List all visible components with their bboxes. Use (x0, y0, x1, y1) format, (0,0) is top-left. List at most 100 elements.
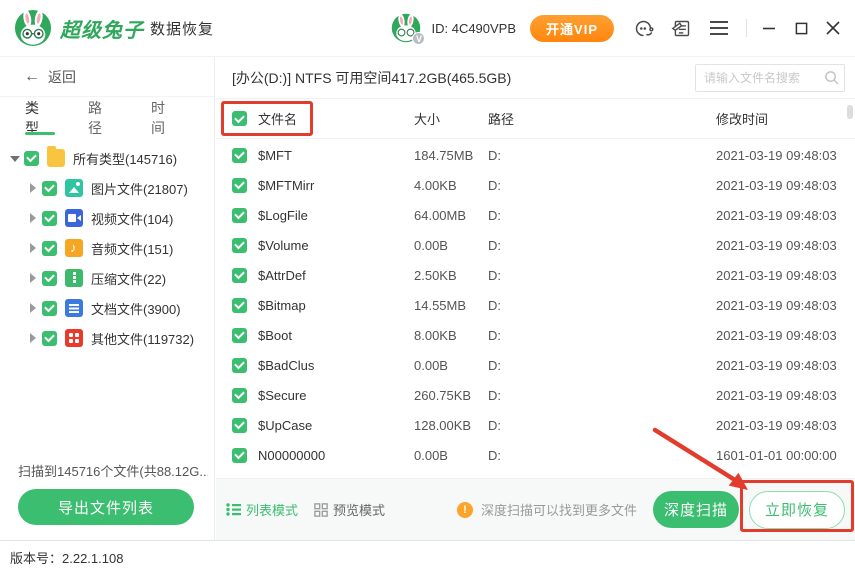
row-checkbox[interactable] (232, 178, 247, 193)
row-checkbox[interactable] (232, 298, 247, 313)
tab-type[interactable]: 类型 (25, 97, 48, 139)
checkbox-checked-icon[interactable] (24, 151, 39, 166)
maximize-button[interactable] (791, 18, 811, 38)
tree-item[interactable]: 图片文件(21807) (0, 173, 214, 203)
row-checkbox[interactable] (232, 388, 247, 403)
file-path: D: (488, 358, 716, 373)
recover-now-button[interactable]: 立即恢复 (749, 491, 845, 529)
folder-icon (47, 149, 65, 167)
table-row[interactable]: $BadClus 0.00B D: 2021-03-19 09:48:03 (216, 350, 855, 380)
tree-item[interactable]: 文档文件(3900) (0, 293, 214, 323)
file-path: D: (488, 178, 716, 193)
tree-item[interactable]: 所有类型(145716) (0, 143, 214, 173)
search-input[interactable] (696, 71, 818, 85)
row-checkbox[interactable] (232, 208, 247, 223)
tree-item[interactable]: 压缩文件(22) (0, 263, 214, 293)
table-row[interactable]: $AttrDef 2.50KB D: 2021-03-19 09:48:03 (216, 260, 855, 290)
tree-item[interactable]: 音频文件(151) (0, 233, 214, 263)
other-file-icon (65, 329, 83, 347)
file-modified-time: 2021-03-19 09:48:03 (716, 418, 855, 433)
checkbox-checked-icon[interactable] (42, 181, 57, 196)
minimize-button[interactable] (759, 18, 779, 38)
row-checkbox[interactable] (232, 238, 247, 253)
file-size: 64.00MB (414, 208, 488, 223)
file-modified-time: 2021-03-19 09:48:03 (716, 328, 855, 343)
table-row[interactable]: $Secure 260.75KB D: 2021-03-19 09:48:03 (216, 380, 855, 410)
table-row[interactable]: $MFT 184.75MB D: 2021-03-19 09:48:03 (216, 140, 855, 170)
header-size[interactable]: 大小 (414, 109, 488, 128)
file-size: 4.00KB (414, 178, 488, 193)
row-checkbox[interactable] (232, 358, 247, 373)
file-name: $Volume (258, 238, 414, 253)
close-button[interactable] (823, 18, 843, 38)
tab-time[interactable]: 时间 (151, 97, 174, 139)
back-button[interactable]: ← 返回 (0, 57, 214, 97)
checkbox-checked-icon[interactable] (42, 301, 57, 316)
open-vip-button[interactable]: 开通VIP (530, 15, 614, 42)
expand-arrow-icon[interactable] (28, 183, 38, 193)
file-size: 0.00B (414, 238, 488, 253)
expand-arrow-icon[interactable] (28, 213, 38, 223)
tab-path[interactable]: 路径 (88, 97, 111, 139)
table-row[interactable]: $MFTMirr 4.00KB D: 2021-03-19 09:48:03 (216, 170, 855, 200)
file-size: 0.00B (414, 358, 488, 373)
brand-suffix: 数据恢复 (150, 18, 214, 39)
expand-arrow-icon[interactable] (28, 273, 38, 283)
feedback-icon[interactable] (670, 17, 692, 39)
app-logo-rabbit-icon (14, 9, 52, 47)
row-checkbox[interactable] (232, 328, 247, 343)
table-row[interactable]: $LogFile 64.00MB D: 2021-03-19 09:48:03 (216, 200, 855, 230)
preview-mode-toggle[interactable]: 预览模式 (314, 500, 385, 519)
file-size: 8.00KB (414, 328, 488, 343)
expand-arrow-icon[interactable] (28, 243, 38, 253)
search-icon[interactable] (818, 65, 844, 91)
table-row[interactable]: $Volume 0.00B D: 2021-03-19 09:48:03 (216, 230, 855, 260)
file-name: $BadClus (258, 358, 414, 373)
sidebar-tabs: 类型 路径 时间 (0, 97, 214, 139)
expand-arrow-icon[interactable] (10, 153, 20, 163)
file-size: 184.75MB (414, 148, 488, 163)
header-path[interactable]: 路径 (488, 109, 716, 128)
table-row[interactable]: $Boot 8.00KB D: 2021-03-19 09:48:03 (216, 320, 855, 350)
expand-arrow-icon[interactable] (28, 303, 38, 313)
customer-service-icon[interactable] (632, 17, 654, 39)
hint-text: 深度扫描可以找到更多文件 (481, 500, 637, 519)
tree-item[interactable]: 其他文件(119732) (0, 323, 214, 353)
row-checkbox[interactable] (232, 448, 247, 463)
menu-icon[interactable] (708, 17, 730, 39)
file-name: $Bitmap (258, 298, 414, 313)
expand-arrow-icon[interactable] (28, 333, 38, 343)
export-file-list-button[interactable]: 导出文件列表 (18, 489, 194, 525)
checkbox-checked-icon[interactable] (42, 241, 57, 256)
row-checkbox[interactable] (232, 418, 247, 433)
header-filename[interactable]: 文件名 (258, 109, 414, 128)
file-path: D: (488, 148, 716, 163)
file-path: D: (488, 448, 716, 463)
tree-item-label: 压缩文件(22) (91, 269, 166, 288)
scrollbar-thumb[interactable] (847, 105, 853, 119)
row-checkbox[interactable] (232, 148, 247, 163)
select-all-checkbox[interactable] (232, 111, 247, 126)
table-row[interactable]: $Bitmap 14.55MB D: 2021-03-19 09:48:03 (216, 290, 855, 320)
file-name: $MFTMirr (258, 178, 414, 193)
tree-item[interactable]: 视频文件(104) (0, 203, 214, 233)
header-modified-time[interactable]: 修改时间 (716, 109, 855, 128)
audio-file-icon (65, 239, 83, 257)
list-mode-toggle[interactable]: 列表模式 (226, 500, 298, 519)
volume-title: [办公(D:)] NTFS 可用空间417.2GB(465.5GB) (232, 68, 511, 88)
back-label: 返回 (48, 67, 76, 87)
row-checkbox[interactable] (232, 268, 247, 283)
user-avatar[interactable]: V (391, 13, 421, 43)
deep-scan-button[interactable]: 深度扫描 (653, 491, 739, 528)
sidebar: ← 返回 类型 路径 时间 所有类型(145716) 图片文件(21807) (0, 57, 215, 540)
list-mode-icon (226, 503, 241, 516)
checkbox-checked-icon[interactable] (42, 331, 57, 346)
table-row[interactable]: N00000000 0.00B D: 1601-01-01 00:00:00 (216, 440, 855, 470)
file-name: $UpCase (258, 418, 414, 433)
checkbox-checked-icon[interactable] (42, 211, 57, 226)
checkbox-checked-icon[interactable] (42, 271, 57, 286)
version-statusbar: 版本号：2.22.1.108 (0, 540, 855, 573)
file-modified-time: 2021-03-19 09:48:03 (716, 208, 855, 223)
tree-item-label: 音频文件(151) (91, 239, 173, 258)
table-row[interactable]: $UpCase 128.00KB D: 2021-03-19 09:48:03 (216, 410, 855, 440)
